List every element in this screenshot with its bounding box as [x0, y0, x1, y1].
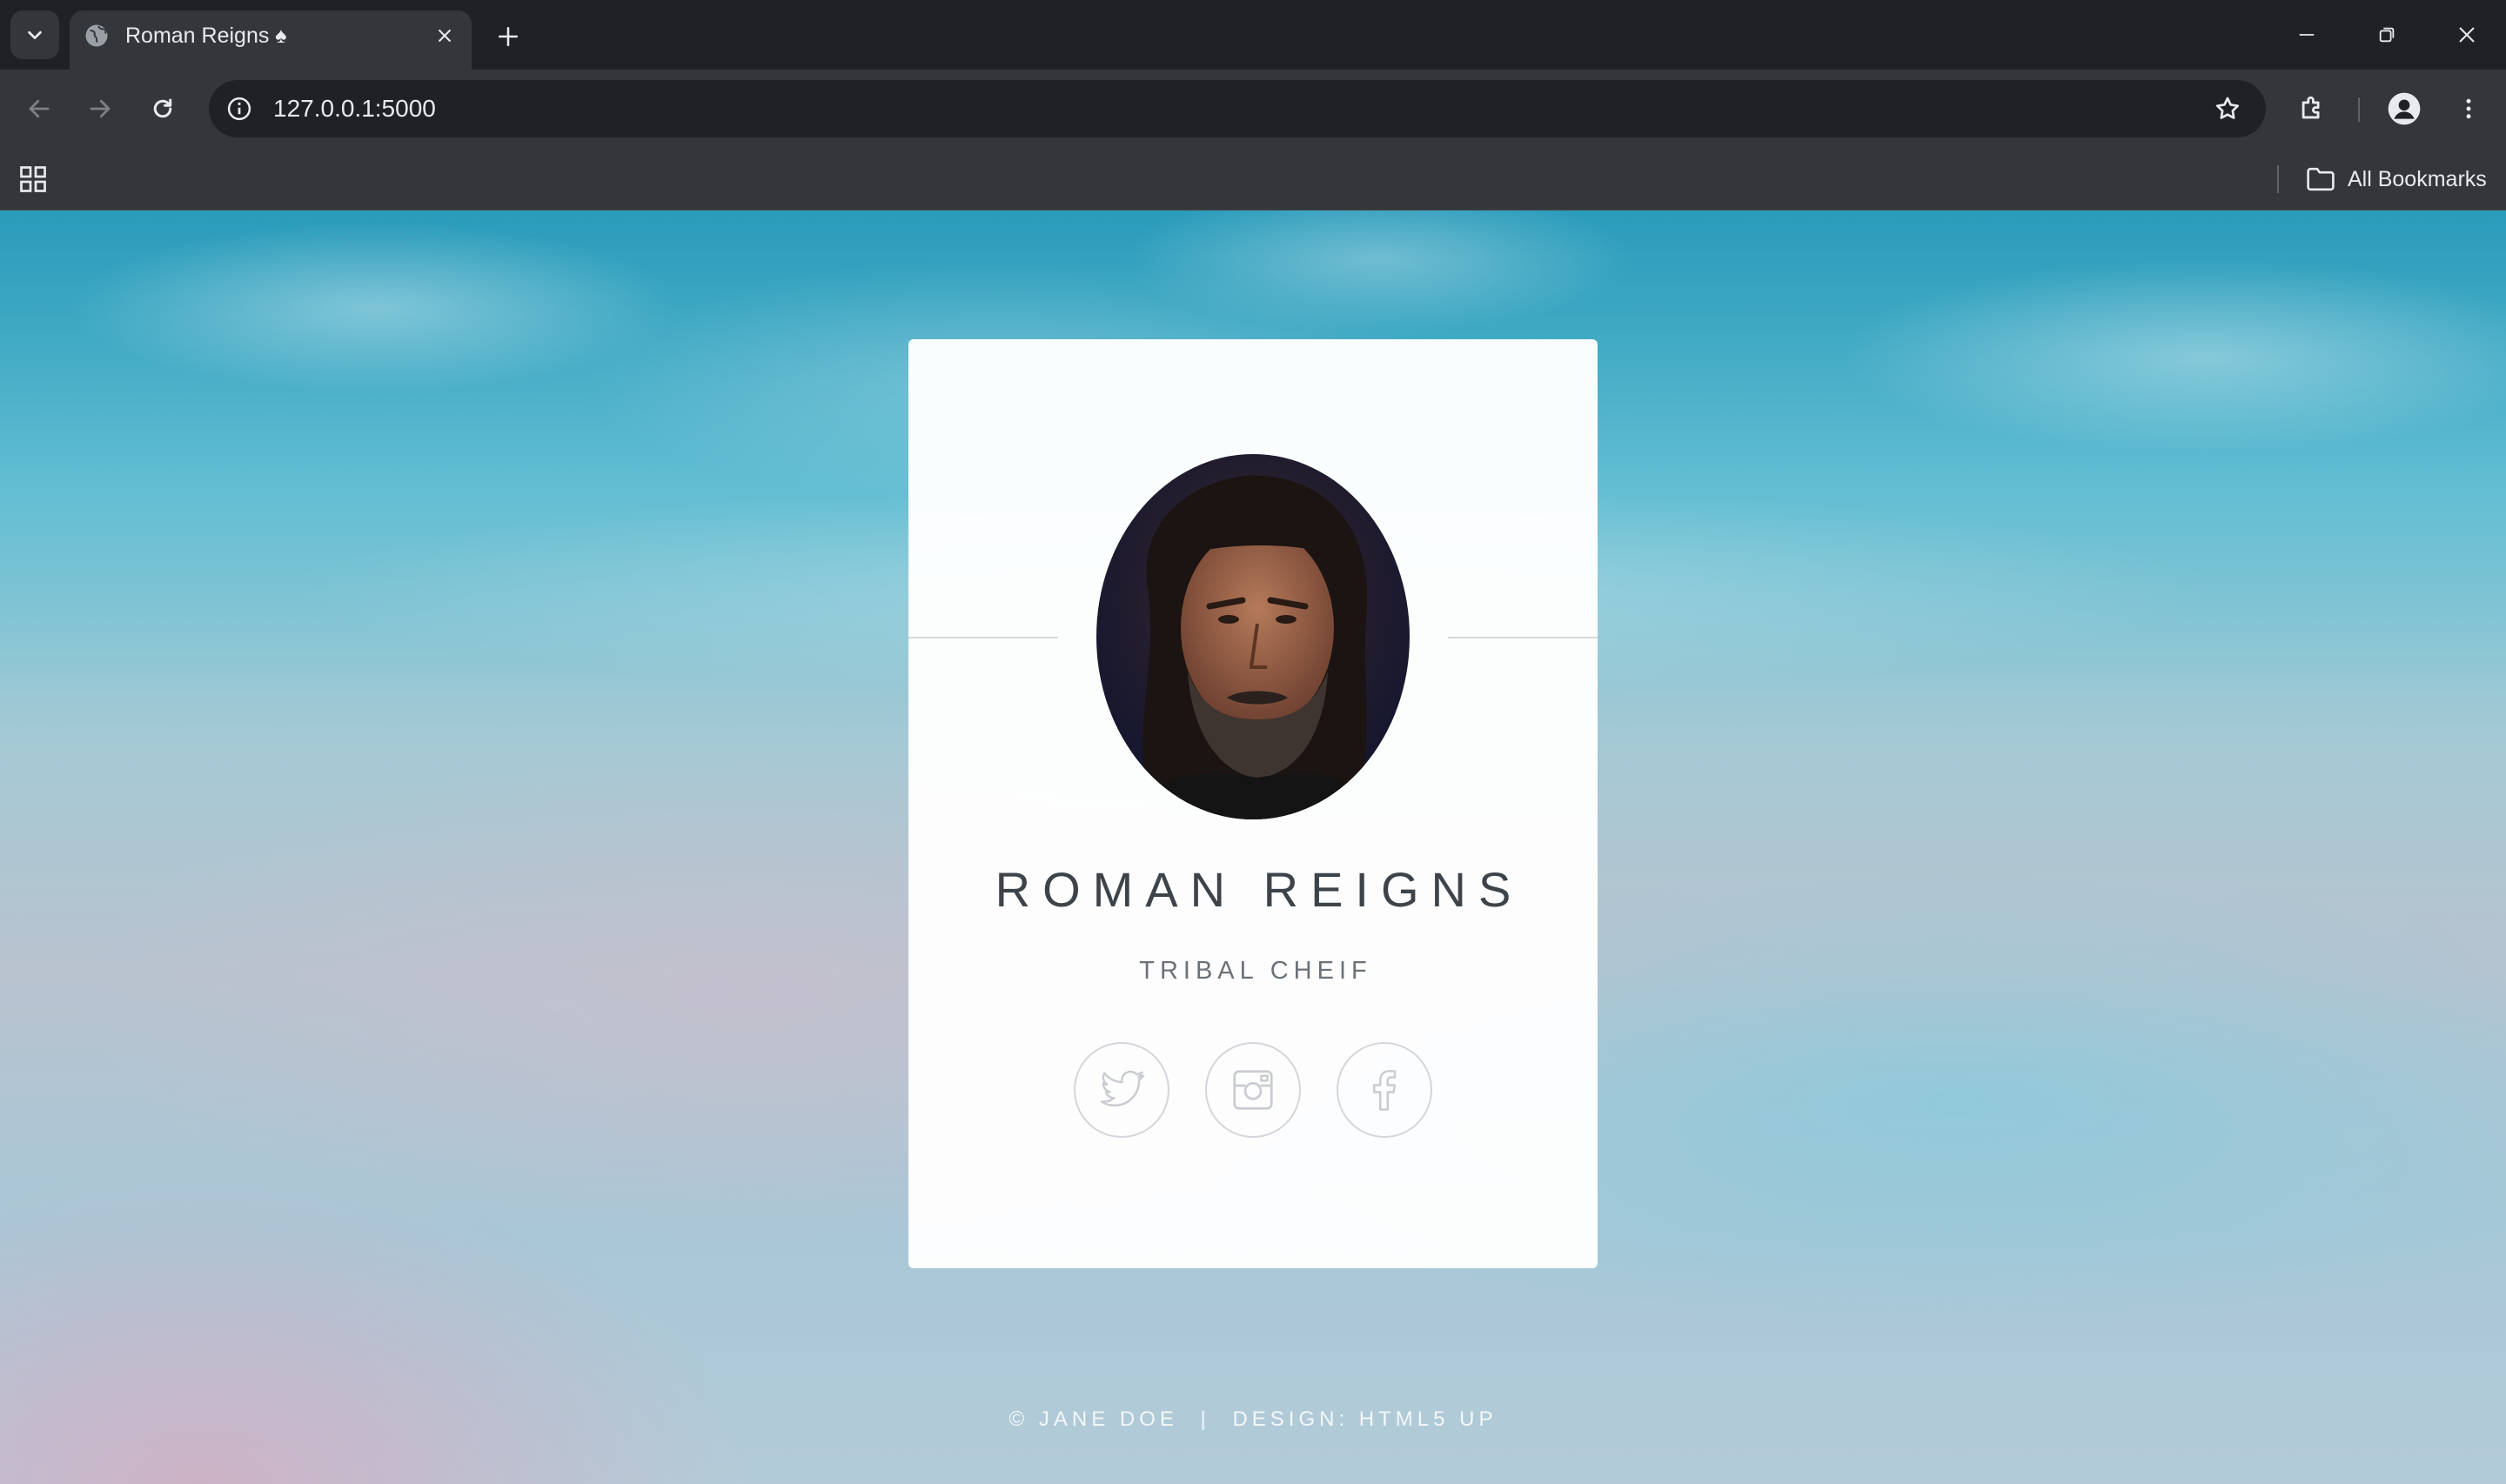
restore-icon	[2379, 27, 2395, 43]
avatar	[1096, 454, 1410, 819]
footer-copyright: © JANE DOE	[1008, 1407, 1178, 1431]
profile-role: TRIBAL CHEIF	[1139, 957, 1372, 985]
all-bookmarks-label: All Bookmarks	[2348, 166, 2487, 191]
puzzle-icon	[2302, 96, 2320, 119]
arrow-right-icon	[90, 99, 111, 118]
bookmarks-bar: All Bookmarks	[0, 148, 2506, 211]
instagram-link[interactable]	[1205, 1042, 1301, 1138]
globe-icon	[85, 24, 108, 47]
facebook-icon	[1373, 1070, 1397, 1111]
tab-title: Roman Reigns ♠	[125, 23, 287, 48]
reload-button[interactable]	[143, 89, 183, 129]
twitter-link[interactable]	[1074, 1042, 1169, 1138]
more-vertical-icon	[2466, 98, 2471, 119]
back-button[interactable]	[19, 89, 59, 129]
instagram-icon	[1233, 1070, 1273, 1110]
close-tab-button[interactable]	[430, 21, 459, 50]
bookmark-star-button[interactable]	[2210, 91, 2245, 126]
page-background: ROMAN REIGNS TRIBAL CHEIF © JANE DOE | D…	[0, 211, 2506, 1484]
star-icon	[2215, 97, 2240, 119]
footer-credit-link[interactable]: DESIGN: HTML5 UP	[1232, 1407, 1497, 1431]
site-info-button[interactable]	[223, 92, 256, 125]
divider-left	[908, 637, 1058, 638]
extensions-button[interactable]	[2292, 89, 2332, 129]
page-footer: © JANE DOE | DESIGN: HTML5 UP	[0, 1407, 2506, 1432]
bookmarks-separator	[2277, 165, 2279, 193]
minimize-button[interactable]	[2285, 16, 2328, 54]
close-window-icon	[2459, 27, 2475, 43]
browser-tab[interactable]: Roman Reigns ♠	[70, 10, 472, 70]
divider-right	[1448, 637, 1598, 638]
reload-icon	[153, 98, 172, 118]
info-icon	[227, 97, 251, 121]
browser-toolbar: 127.0.0.1:5000	[0, 70, 2506, 148]
profile-button[interactable]	[2384, 89, 2424, 129]
toolbar-separator	[2358, 97, 2360, 122]
profile-icon	[2388, 92, 2421, 125]
arrow-left-icon	[29, 99, 50, 118]
plus-icon	[498, 26, 519, 47]
forward-button[interactable]	[80, 89, 120, 129]
browser-menu-button[interactable]	[2449, 89, 2489, 129]
close-icon	[439, 30, 451, 42]
folder-icon	[2307, 167, 2335, 191]
avatar-portrait	[1096, 454, 1410, 819]
profile-card: ROMAN REIGNS TRIBAL CHEIF	[908, 339, 1598, 1268]
profile-name: ROMAN REIGNS	[995, 862, 1524, 917]
restore-button[interactable]	[2365, 16, 2409, 54]
facebook-link[interactable]	[1337, 1042, 1432, 1138]
tab-strip: Roman Reigns ♠	[0, 0, 2506, 70]
new-tab-button[interactable]	[489, 17, 527, 56]
minimize-icon	[2299, 34, 2315, 36]
chevron-down-icon	[28, 30, 42, 40]
close-window-button[interactable]	[2445, 16, 2489, 54]
tab-search-button[interactable]	[10, 10, 59, 59]
footer-separator: |	[1200, 1407, 1210, 1431]
url-text[interactable]: 127.0.0.1:5000	[273, 95, 436, 123]
apps-grid-icon[interactable]	[17, 164, 49, 195]
twitter-icon	[1100, 1070, 1145, 1107]
all-bookmarks-button[interactable]: All Bookmarks	[2306, 162, 2487, 197]
address-bar[interactable]: 127.0.0.1:5000	[209, 80, 2266, 137]
